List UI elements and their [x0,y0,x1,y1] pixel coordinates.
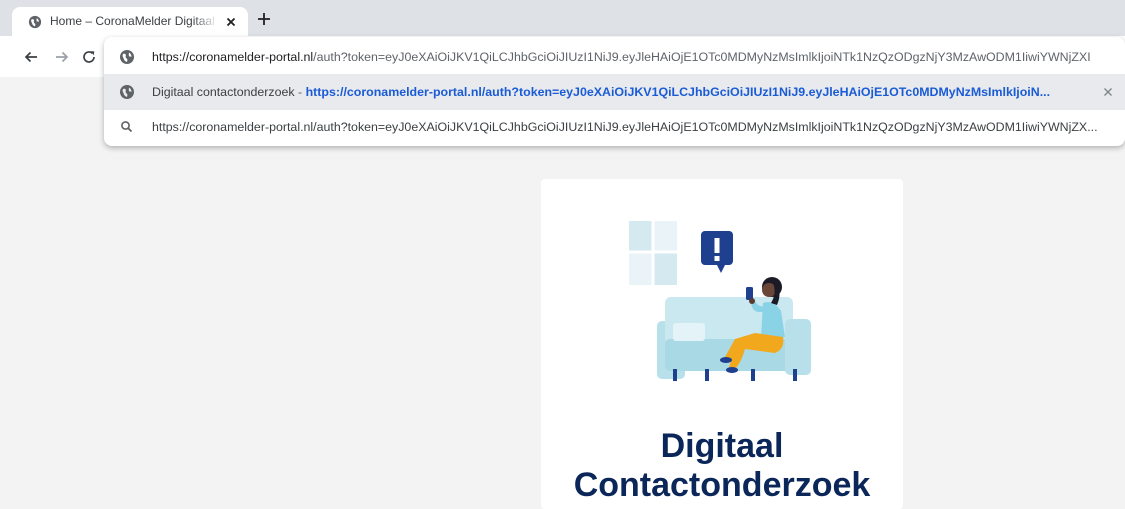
suggestion-text: Digitaal contactonderzoek - https://coro… [152,85,1050,99]
suggestion-url: https://coronamelder-portal.nl/auth?toke… [305,85,1051,99]
search-suggestion-text: https://coronamelder-portal.nl/auth?toke… [152,120,1098,134]
reload-icon[interactable] [80,48,98,66]
tab-strip: Home – CoronaMelder Digitaal Contactonde… [0,0,1125,36]
tab-title: Home – CoronaMelder Digitaal Contactonde… [50,14,218,28]
person-on-couch-illustration [629,221,811,381]
suggestion-history[interactable]: Digitaal contactonderzoek - https://coro… [104,74,1125,110]
close-icon[interactable] [1101,85,1115,99]
landing-card: Digitaal Contactonderzoek [541,179,903,509]
search-icon [121,121,133,133]
close-icon[interactable] [224,15,238,29]
address-bar[interactable]: https://coronamelder-portal.nl/auth?toke… [104,39,1125,75]
globe-icon [28,15,42,29]
browser-tab[interactable]: Home – CoronaMelder Digitaal Contactonde… [12,7,248,36]
globe-icon [120,50,134,64]
url-host: https://coronamelder-portal.nl [152,50,314,64]
address-input[interactable]: https://coronamelder-portal.nl/auth?toke… [152,50,1091,64]
suggestion-separator: - [294,85,306,99]
page-title: Digitaal Contactonderzoek [573,427,871,504]
plus-icon[interactable] [256,11,272,27]
suggestion-title: Digitaal contactonderzoek [152,85,295,99]
globe-icon [120,85,134,99]
suggestion-search[interactable]: https://coronamelder-portal.nl/auth?toke… [104,109,1125,145]
url-path: /auth?token=eyJ0eXAiOiJKV1QiLCJhbGciOiJI… [313,50,1091,64]
omnibox-dropdown: https://coronamelder-portal.nl/auth?toke… [104,37,1125,146]
forward-arrow-icon[interactable] [53,48,71,66]
back-arrow-icon[interactable] [22,48,40,66]
